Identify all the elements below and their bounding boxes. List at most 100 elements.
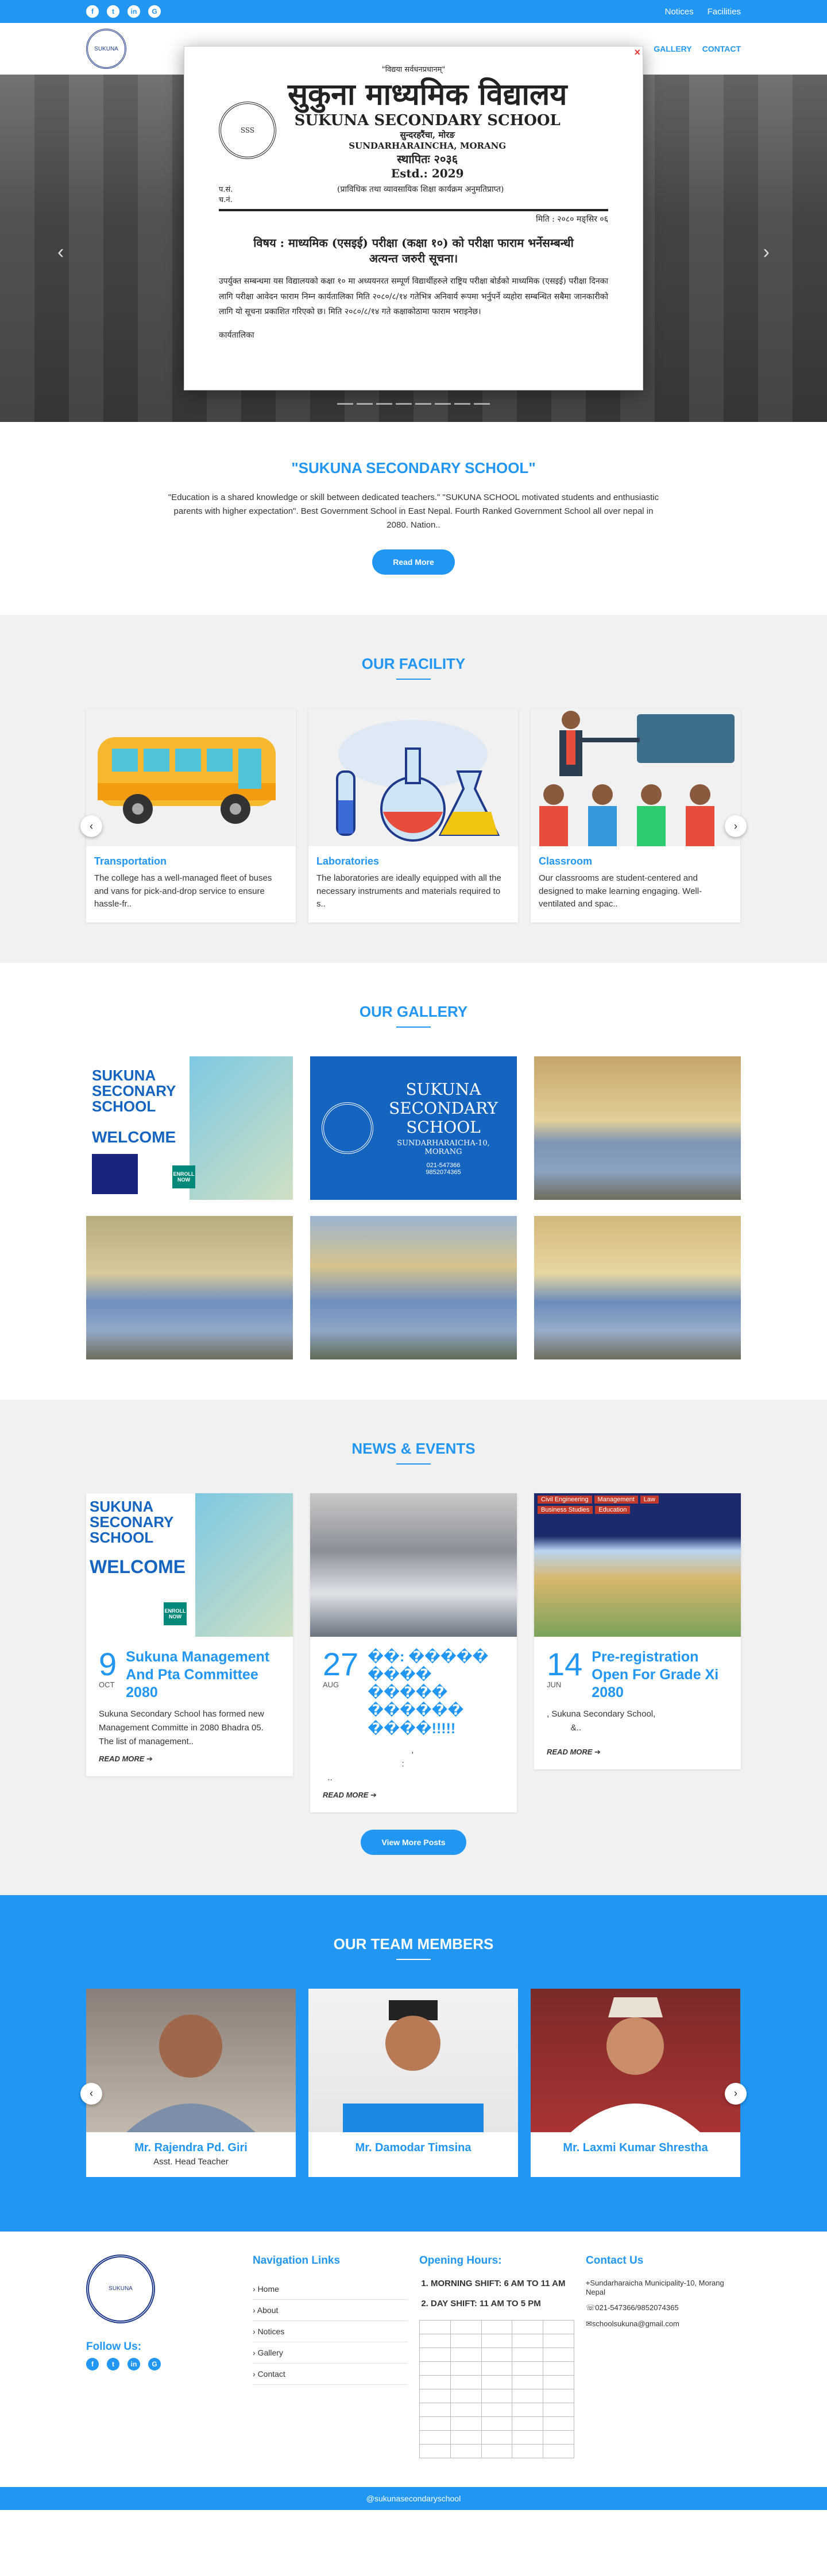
notice-ref: प.सं. (219, 185, 233, 194)
read-more-link[interactable]: READ MORE ➔ (534, 1748, 741, 1769)
nav-links-title: Navigation Links (253, 2254, 341, 2267)
notice-place-np: सुन्दरहरैंचा, मोरङ (400, 130, 455, 140)
news-card[interactable]: 27 Aug ��: ����� ���� ����� ������ ����!!… (310, 1493, 517, 1812)
close-icon[interactable]: × (634, 47, 640, 59)
facility-prev-icon[interactable]: ‹ (80, 815, 102, 838)
facebook-icon[interactable]: f (86, 2357, 99, 2370)
facebook-icon[interactable]: f (86, 5, 99, 18)
program-tag: Management (594, 1495, 638, 1504)
twitter-icon[interactable]: t (107, 5, 119, 18)
notice-footer: कार्यतालिका (219, 330, 254, 340)
envelope-icon: ✉ (586, 2319, 592, 2328)
contact-phone[interactable]: ☏021-547366/9852074365 (586, 2303, 741, 2312)
news-poster-title-1: SUKUNA (90, 1497, 154, 1515)
top-link-facilities[interactable]: Facilities (708, 7, 741, 17)
slider-next-icon[interactable]: › (763, 241, 770, 264)
news-title: NEWS & EVENTS (351, 1439, 476, 1457)
footer-link-gallery[interactable]: › Gallery (253, 2342, 408, 2364)
news-image (310, 1493, 517, 1637)
copyright-bar: @sukunasecondaryschool (0, 2486, 827, 2510)
facility-card[interactable]: Laboratories The laboratories are ideall… (308, 708, 518, 923)
linkedin-icon[interactable]: in (127, 2357, 140, 2370)
gallery-image[interactable] (310, 1215, 517, 1359)
team-card[interactable]: Mr. Rajendra Pd. Giri Asst. Head Teacher (86, 1988, 296, 2177)
read-more-link[interactable]: READ MORE ➔ (86, 1754, 293, 1776)
contact-email[interactable]: ✉schoolsukuna@gmail.com (586, 2319, 741, 2329)
notice-place-en: SUNDARHARAINCHA, MORANG (349, 141, 507, 151)
facility-next-icon[interactable]: › (725, 815, 747, 838)
gallery-image[interactable] (534, 1215, 741, 1359)
facility-card[interactable]: Transportation The college has a well-ma… (86, 708, 296, 923)
school-logo[interactable]: SUKUNA (86, 29, 126, 69)
notice-logo: SSS (219, 101, 276, 159)
nav-contact[interactable]: Contact (702, 44, 741, 53)
news-card[interactable]: Civil Engineering Management Law Busines… (534, 1493, 741, 1770)
poster-title-1: SUKUNA (92, 1066, 156, 1084)
footer-link-home[interactable]: › Home (253, 2279, 408, 2300)
calendar-table (419, 2319, 574, 2458)
notice-estd-np: स्थापितः २०३६ (397, 152, 458, 166)
team-title: OUR TEAM MEMBERS (333, 1935, 494, 1953)
news-day: 14 (547, 1645, 583, 1682)
bus-illustration (86, 708, 296, 846)
site-footer: SUKUNA Follow Us: f t in G Navigation Li… (0, 2231, 827, 2487)
notice-estd-en: Estd.: 2029 (391, 166, 464, 180)
intro-title: "SUKUNA SECONDARY SCHOOL" (291, 459, 536, 477)
gallery-image[interactable] (534, 1056, 741, 1200)
footer-logo[interactable]: SUKUNA (86, 2254, 155, 2323)
google-plus-icon[interactable]: G (148, 2357, 161, 2370)
contact-address: ⌖Sundarharaicha Municipality-10, Morang … (586, 2278, 724, 2296)
facility-card-title: Laboratories (316, 855, 380, 867)
program-tag: Civil Engineering (538, 1495, 592, 1504)
poster-phone-2: 9852074365 (426, 1169, 461, 1176)
gallery-image[interactable] (86, 1215, 293, 1359)
news-poster-title-2: SECONARY (90, 1513, 174, 1531)
team-next-icon[interactable]: › (725, 2082, 747, 2105)
gallery-image[interactable]: SUKUNA SECONDARY SCHOOL SUNDARHARAICHA-1… (310, 1056, 517, 1200)
read-more-button[interactable]: Read More (372, 549, 455, 575)
team-card[interactable]: Mr. Laxmi Kumar Shrestha (531, 1988, 740, 2177)
facility-card[interactable]: Classroom Our classrooms are student-cen… (531, 708, 740, 923)
slider-prev-icon[interactable]: ‹ (57, 241, 64, 264)
poster-school-line2: SCHOOL (406, 1118, 481, 1137)
team-prev-icon[interactable]: ‹ (80, 2082, 102, 2105)
team-card[interactable]: Mr. Damodar Timsina (308, 1988, 518, 2177)
notice-body: उपर्युक्त सम्बन्धमा यस विद्यालयको कक्षा … (219, 277, 608, 317)
program-tag: Education (595, 1505, 631, 1514)
news-headline[interactable]: Pre-registration Open For Grade Xi 2080 (592, 1648, 728, 1702)
news-excerpt: Sukuna Secondary School has formed new M… (99, 1709, 264, 1747)
facility-card-text: The college has a well-managed fleet of … (94, 873, 272, 909)
copyright-text: @sukunasecondaryschool (366, 2493, 461, 2503)
poster-school-line1: SUKUNA SECONDARY (389, 1080, 498, 1118)
gallery-title: OUR GALLERY (359, 1002, 468, 1020)
footer-link-contact[interactable]: › Contact (253, 2364, 408, 2385)
contact-title: Contact Us (586, 2254, 644, 2267)
notice-program: (प्राविधिक तथा व्यावसायिक शिक्षा कार्यक्… (337, 185, 504, 194)
gallery-image[interactable]: SUKUNA SECONARY SCHOOL WELCOME ENROLL NO… (86, 1056, 293, 1200)
read-more-link[interactable]: READ MORE ➔ (310, 1791, 517, 1812)
notice-tagline: "विद्यया सर्वधनप्रधानम्" (381, 65, 446, 74)
notice-popup: × "विद्यया सर्वधनप्रधानम्" SSS सुकुना मा… (184, 46, 643, 390)
footer-link-about[interactable]: › About (253, 2300, 408, 2321)
team-section: OUR TEAM MEMBERS ‹ › Mr. Rajendra Pd. Gi… (0, 1895, 827, 2232)
program-tag: Business Studies (538, 1505, 593, 1514)
news-card[interactable]: SUKUNA SECONARY SCHOOL WELCOME ENROLL NO… (86, 1493, 293, 1777)
notice-school-name-en: SUKUNA SECONDARY SCHOOL (294, 112, 561, 129)
news-headline[interactable]: Sukuna Management And Pta Committee 2080 (126, 1648, 280, 1702)
twitter-icon[interactable]: t (107, 2357, 119, 2370)
nav-gallery[interactable]: Gallery (654, 44, 691, 53)
linkedin-icon[interactable]: in (127, 5, 140, 18)
google-plus-icon[interactable]: G (148, 5, 161, 18)
classroom-illustration (531, 708, 740, 846)
slider-indicators[interactable] (337, 403, 490, 405)
member-photo (531, 1988, 740, 2132)
news-section: NEWS & EVENTS SUKUNA SECONARY SCHOOL WEL… (0, 1399, 827, 1895)
top-bar: f t in G Notices Facilities (0, 0, 827, 23)
news-headline[interactable]: ��: ����� ���� ����� ������ ����!!!!! (368, 1648, 504, 1738)
top-link-notices[interactable]: Notices (665, 7, 694, 17)
news-excerpt: , Sukuna Secondary School, &.. (547, 1709, 656, 1733)
view-more-posts-button[interactable]: View More Posts (361, 1829, 466, 1855)
footer-link-notices[interactable]: › Notices (253, 2321, 408, 2342)
news-day: 27 (323, 1645, 359, 1682)
poster-title-3: SCHOOL (92, 1098, 156, 1115)
